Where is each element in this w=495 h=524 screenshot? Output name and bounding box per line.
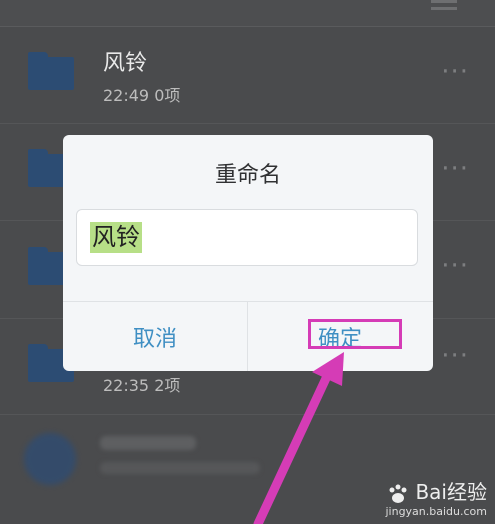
- watermark-url: jingyan.baidu.com: [385, 505, 487, 518]
- watermark-brand: Bai经验: [415, 480, 487, 504]
- pointer-arrow: [253, 352, 344, 524]
- watermark: Bai经验 jingyan.baidu.com: [385, 476, 487, 518]
- paw-icon: [389, 484, 407, 503]
